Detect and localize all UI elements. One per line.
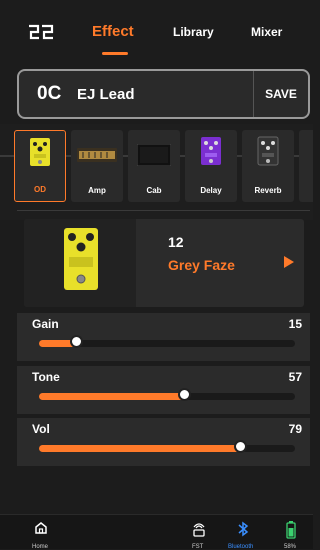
slider-fill — [39, 393, 185, 400]
top-nav-bar: Effect Library Mixer — [0, 0, 313, 60]
reverb-pedal-icon — [257, 136, 279, 166]
chain-slot-reverb[interactable]: Reverb — [242, 130, 294, 202]
chain-slot-label: Amp — [88, 186, 106, 195]
chain-slot-label: Delay — [200, 186, 222, 195]
param-label: Gain — [32, 317, 59, 331]
fst-label: FST — [192, 544, 204, 550]
logo-icon — [29, 24, 54, 40]
param-tone: Tone 57 — [17, 366, 310, 414]
delay-pedal-icon — [201, 137, 221, 165]
chain-slot-label: Cab — [146, 186, 162, 195]
chain-slot-label: Reverb — [254, 186, 282, 195]
effect-name: Grey Faze — [168, 257, 235, 273]
chain-slot-od[interactable]: OD — [14, 130, 66, 202]
tab-mixer[interactable]: Mixer — [251, 25, 282, 39]
chain-slot-cab[interactable]: Cab — [128, 130, 180, 202]
preset-number: 0C — [37, 83, 62, 104]
slider-knob[interactable] — [234, 440, 248, 453]
overdrive-pedal-large-icon — [64, 228, 98, 290]
bottom-bar: Home FST Bluetooth 58% — [0, 514, 313, 550]
bluetooth-label: Bluetooth — [228, 544, 254, 550]
gain-slider[interactable] — [39, 335, 295, 348]
preset-bar[interactable]: 0C EJ Lead SAVE — [17, 69, 310, 119]
param-vol: Vol 79 — [17, 418, 310, 466]
chain-slot-label: OD — [34, 185, 46, 194]
section-divider — [17, 210, 310, 211]
home-icon[interactable] — [34, 521, 48, 535]
battery-label: 58% — [284, 544, 297, 550]
overdrive-pedal-icon — [30, 138, 50, 166]
slider-knob[interactable] — [70, 335, 84, 348]
fst-icon[interactable] — [192, 521, 206, 537]
home-label: Home — [32, 544, 49, 550]
cabinet-icon — [137, 144, 171, 166]
amp-icon — [77, 148, 117, 162]
active-tab-indicator — [102, 52, 128, 55]
tone-slider[interactable] — [39, 388, 295, 401]
effect-detail-card[interactable]: 12 Grey Faze — [24, 219, 304, 307]
vol-slider[interactable] — [39, 440, 295, 453]
chain-slot-amp[interactable]: Amp — [71, 130, 123, 202]
play-icon[interactable] — [284, 256, 294, 268]
bluetooth-icon[interactable] — [237, 521, 249, 537]
effect-thumbnail — [24, 219, 136, 307]
param-gain: Gain 15 — [17, 313, 310, 361]
param-value: 57 — [288, 370, 302, 384]
slider-knob[interactable] — [177, 388, 191, 401]
param-label: Vol — [32, 422, 50, 436]
param-label: Tone — [32, 370, 60, 384]
param-value: 15 — [288, 317, 302, 331]
chain-slot-partial[interactable] — [299, 130, 313, 202]
param-value: 79 — [288, 422, 302, 436]
chain-slot-delay[interactable]: Delay — [185, 130, 237, 202]
slider-fill — [39, 445, 242, 452]
battery-icon — [286, 521, 296, 539]
tab-library[interactable]: Library — [173, 25, 214, 39]
tab-effect[interactable]: Effect — [92, 23, 134, 40]
save-button[interactable]: SAVE — [253, 71, 308, 117]
effect-number: 12 — [168, 234, 184, 250]
preset-name: EJ Lead — [77, 86, 135, 103]
